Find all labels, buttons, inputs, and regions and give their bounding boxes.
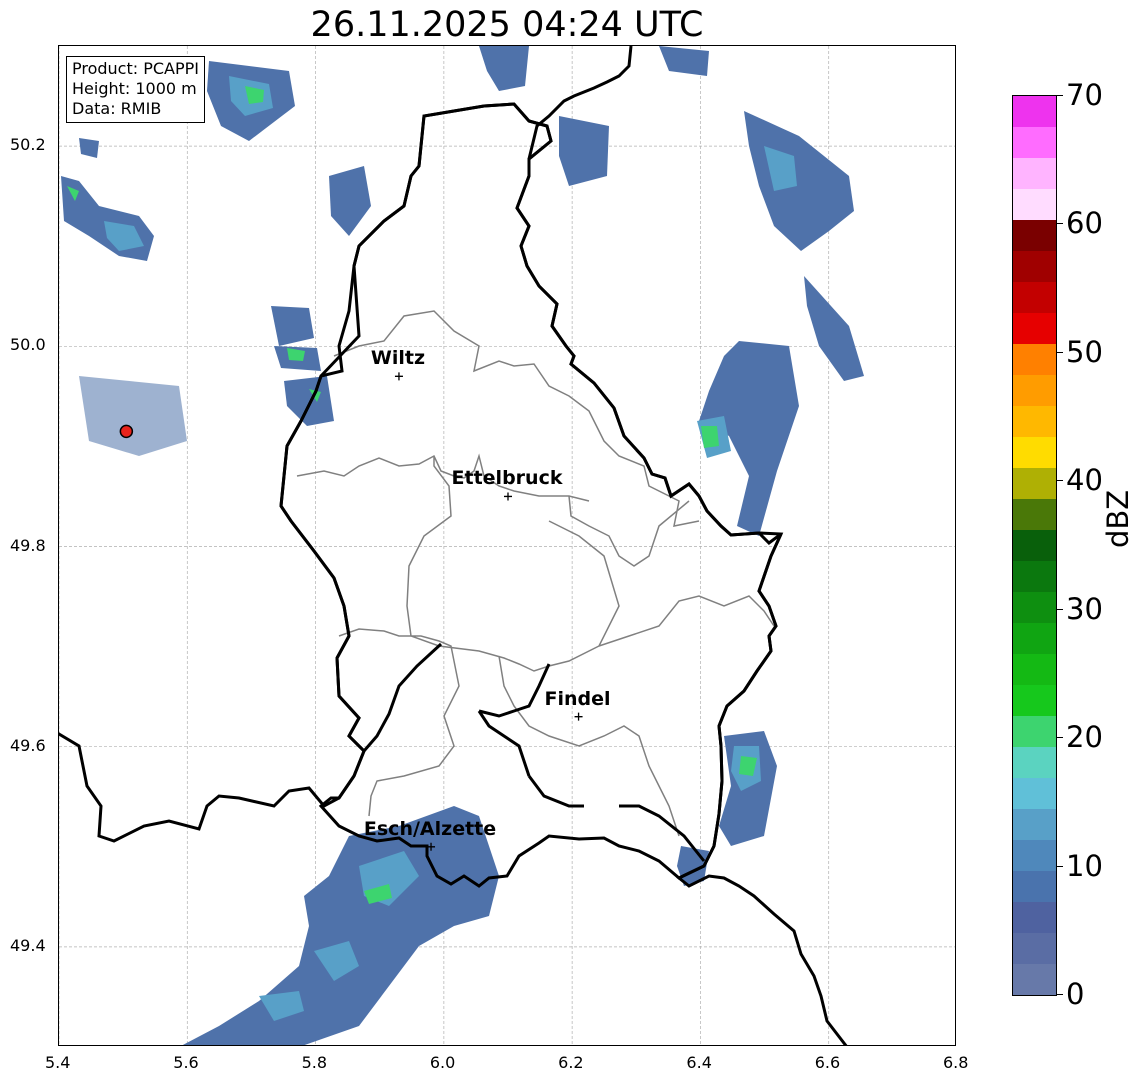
colorbar-band [1013, 561, 1056, 593]
colorbar-band [1013, 158, 1056, 190]
x-tick-label: 6.4 [686, 1053, 712, 1072]
colorbar-tick-mark [1057, 737, 1063, 738]
x-tick-label: 6.8 [943, 1053, 969, 1072]
colorbar-band [1013, 840, 1056, 872]
x-tick-label: 6.2 [558, 1053, 584, 1072]
echo-cell [182, 806, 499, 1045]
colorbar-tick-mark [1057, 994, 1063, 995]
colorbar-band [1013, 406, 1056, 438]
colorbar-band [1013, 747, 1056, 779]
product-label: Product: PCAPPI [72, 59, 200, 78]
colorbar-unit-label: dBZ [1101, 489, 1135, 548]
district-boundaries [296, 310, 775, 837]
radar-echoes [61, 46, 864, 1045]
colorbar-band [1013, 499, 1056, 531]
colorbar-tick-label: 40 [1066, 463, 1103, 498]
colorbar-tick-mark [1057, 352, 1063, 353]
colorbar-band [1013, 220, 1056, 252]
x-tick-label: 6.0 [429, 1053, 456, 1072]
x-tick-label: 6.6 [814, 1053, 841, 1072]
echo-cell [804, 276, 864, 381]
colorbar-band [1013, 809, 1056, 841]
colorbar-band [1013, 623, 1056, 655]
city-label: Wiltz [370, 347, 426, 370]
colorbar-tick-label: 50 [1066, 334, 1103, 369]
y-tick-label: 50.2 [10, 135, 46, 155]
colorbar-band [1013, 530, 1056, 562]
colorbar-band [1013, 654, 1056, 686]
echo-cell [479, 46, 529, 91]
x-tick-label: 5.8 [301, 1053, 328, 1072]
map-title: 26.11.2025 04:24 UTC [310, 5, 704, 45]
radar-site-marker[interactable] [119, 424, 134, 439]
colorbar-band [1013, 716, 1056, 748]
echo-cell [79, 376, 187, 456]
colorbar-band [1013, 344, 1056, 376]
colorbar-band [1013, 592, 1056, 624]
radar-map[interactable] [58, 45, 956, 1046]
colorbar-tick-mark [1057, 609, 1063, 610]
city-marker [394, 372, 403, 381]
y-tick-label: 49.8 [10, 535, 46, 555]
height-label: Height: 1000 m [72, 79, 197, 98]
colorbar-band [1013, 871, 1056, 903]
echo-cell [701, 426, 719, 448]
colorbar-band [1013, 437, 1056, 469]
colorbar-band [1013, 778, 1056, 810]
echo-cell [659, 46, 709, 76]
echo-cell [61, 176, 154, 261]
echo-cell [79, 138, 99, 158]
colorbar-tick-label: 60 [1066, 206, 1103, 241]
colorbar-band [1013, 902, 1056, 934]
colorbar-tick-mark [1057, 480, 1063, 481]
colorbar-tick-label: 0 [1066, 977, 1085, 1011]
colorbar-band [1013, 685, 1056, 717]
city-label: Ettelbruck [451, 467, 563, 490]
x-tick-label: 5.6 [173, 1053, 199, 1072]
colorbar-band [1013, 468, 1056, 500]
product-info-box: Product: PCAPPI Height: 1000 m Data: RMI… [66, 56, 206, 123]
colorbar-tick-label: 10 [1066, 848, 1103, 883]
colorbar-tick-label: 30 [1066, 591, 1103, 626]
echo-cell [559, 116, 609, 186]
colorbar-tick-mark [1057, 866, 1063, 867]
colorbar-tick-label: 70 [1066, 78, 1103, 112]
echo-cell [271, 306, 314, 346]
colorbar-band [1013, 189, 1056, 221]
map-canvas [59, 46, 955, 1045]
city-label: Findel [544, 687, 611, 710]
city-marker [504, 492, 512, 501]
colorbar-band [1013, 282, 1056, 314]
city-marker [574, 712, 583, 721]
colorbar-tick-mark [1057, 95, 1063, 96]
colorbar-band [1013, 964, 1056, 995]
echo-cell [284, 376, 334, 426]
y-tick-label: 50.0 [10, 335, 46, 355]
colorbar-band [1013, 96, 1056, 128]
colorbar-swatches [1013, 96, 1056, 995]
data-source-label: Data: RMIB [72, 99, 162, 118]
dbz-colorbar [1012, 95, 1057, 996]
x-tick-label: 5.4 [45, 1053, 71, 1072]
colorbar-band [1013, 251, 1056, 283]
colorbar-band [1013, 933, 1056, 965]
city-label: Esch/Alzette [363, 817, 497, 840]
colorbar-tick-label: 20 [1066, 720, 1103, 755]
colorbar-band [1013, 127, 1056, 159]
colorbar-band [1013, 313, 1056, 345]
echo-cell [744, 111, 854, 251]
colorbar-tick-mark [1057, 223, 1063, 224]
echo-cell [329, 166, 371, 236]
city-markers [394, 372, 583, 851]
y-tick-label: 49.4 [10, 935, 46, 955]
y-tick-label: 49.6 [10, 735, 46, 755]
colorbar-band [1013, 375, 1056, 407]
